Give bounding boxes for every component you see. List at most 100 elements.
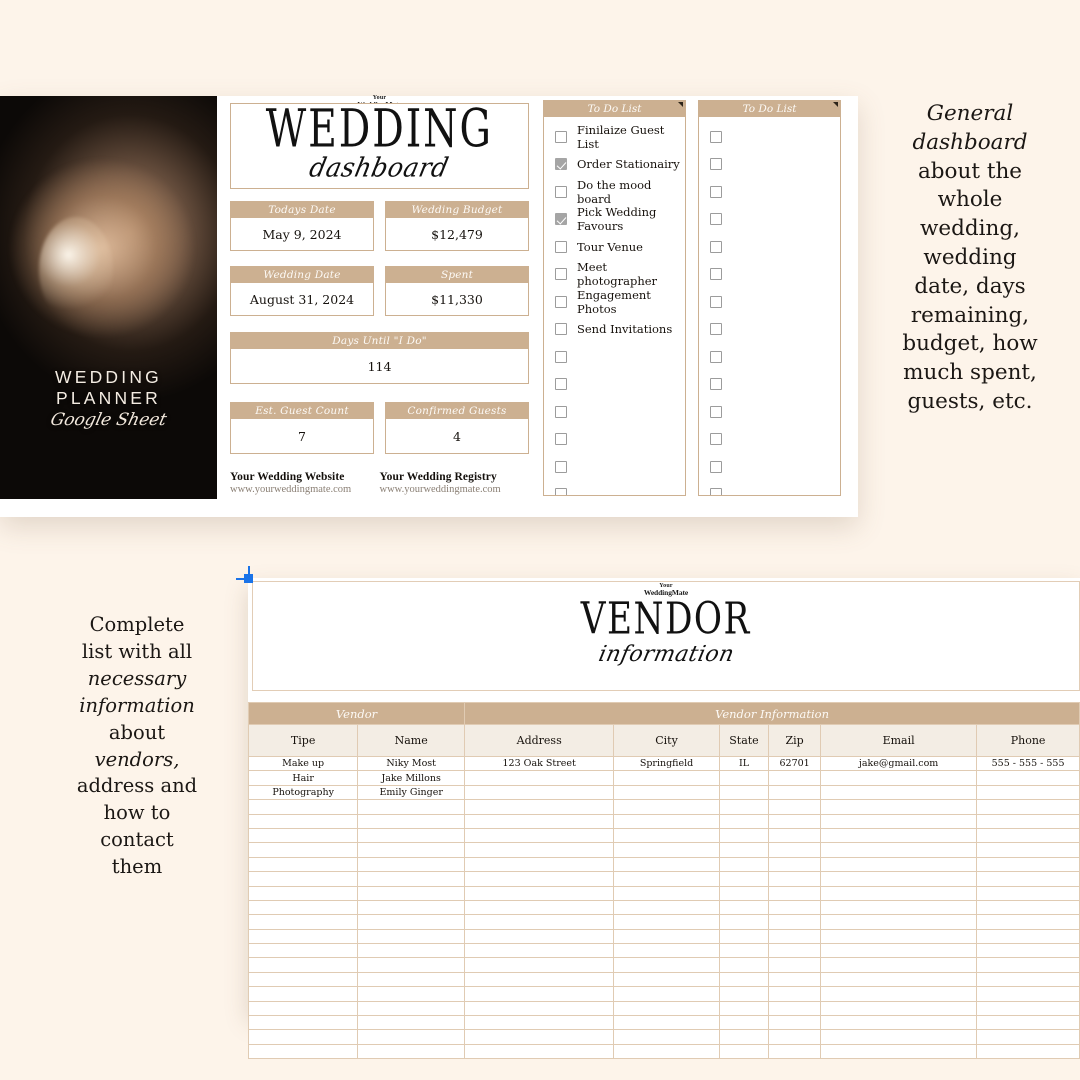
vendor-table-cell[interactable] — [976, 842, 1080, 858]
vendor-table-cell[interactable] — [820, 1015, 978, 1031]
vendor-table-cell[interactable] — [357, 943, 466, 959]
vendor-table-cell[interactable] — [464, 899, 615, 916]
vendor-table-cell[interactable] — [247, 1029, 359, 1045]
checkbox-icon[interactable] — [710, 130, 722, 143]
vendor-table-cell[interactable] — [247, 885, 359, 901]
todo-item[interactable] — [544, 453, 685, 481]
field-days-until-i-do[interactable]: Days Until "I Do" 114 — [230, 332, 529, 384]
vendor-table-cell[interactable] — [357, 957, 466, 973]
todo-item[interactable] — [699, 178, 840, 206]
vendor-table-cell[interactable] — [613, 770, 720, 786]
vendor-table-row[interactable] — [247, 842, 1080, 858]
vendor-table-cell[interactable] — [718, 1043, 770, 1060]
vendor-table-cell[interactable] — [820, 986, 978, 1002]
vendor-table-cell[interactable] — [247, 842, 359, 858]
todo-item[interactable]: Engagement Photos — [544, 288, 685, 316]
todo-item[interactable] — [544, 371, 685, 399]
vendor-table-cell[interactable] — [613, 928, 720, 945]
vendor-table-cell[interactable]: 555 - 555 - 555 — [976, 755, 1080, 772]
cell-selection-handle[interactable] — [236, 566, 254, 584]
vendor-table-cell[interactable] — [718, 1000, 770, 1017]
todo-item[interactable] — [699, 288, 840, 316]
vendor-table-cell[interactable] — [247, 899, 359, 916]
vendor-table-cell[interactable] — [820, 856, 978, 873]
vendor-table-cell[interactable]: Make up — [247, 755, 359, 772]
vendor-table-cell[interactable] — [820, 1029, 978, 1045]
vendor-table-row[interactable] — [247, 1015, 1080, 1031]
vendor-table-cell[interactable] — [768, 827, 822, 844]
vendor-table-cell[interactable] — [357, 914, 466, 930]
vendor-table-cell[interactable] — [820, 1000, 978, 1017]
vendor-table-cell[interactable] — [464, 1029, 615, 1045]
vendor-table-cell[interactable] — [768, 856, 822, 873]
vendor-table-row[interactable] — [247, 943, 1080, 959]
vendor-table-row[interactable] — [247, 914, 1080, 930]
vendor-table-cell[interactable] — [247, 1015, 359, 1031]
todo-item[interactable] — [699, 343, 840, 371]
checkbox-icon[interactable] — [710, 295, 722, 308]
todo-item[interactable]: Do the mood board — [544, 178, 685, 206]
vendor-table-cell[interactable] — [464, 813, 615, 829]
todo-list-left[interactable]: To Do List Finilaize Guest List Order Sta… — [543, 100, 686, 496]
field-confirmed-guests[interactable]: Confirmed Guests 4 — [385, 402, 529, 454]
vendor-table-cell[interactable] — [464, 943, 615, 959]
checkbox-icon[interactable] — [710, 323, 722, 336]
vendor-table-cell[interactable] — [613, 914, 720, 930]
vendor-table-cell[interactable] — [820, 784, 978, 801]
todo-item[interactable]: Send Invitations — [544, 316, 685, 344]
checkbox-icon[interactable] — [555, 295, 567, 308]
vendor-table-cell[interactable] — [820, 885, 978, 901]
vendor-table-cell[interactable] — [768, 957, 822, 973]
vendor-table-cell[interactable] — [613, 827, 720, 844]
vendor-table-cell[interactable] — [357, 1043, 466, 1060]
vendor-table-cell[interactable] — [976, 986, 1080, 1002]
vendor-table-cell[interactable] — [820, 770, 978, 786]
vendor-table-cell[interactable] — [247, 799, 359, 815]
vendor-table-cell[interactable] — [718, 914, 770, 930]
vendor-table-cell[interactable] — [613, 799, 720, 815]
todo-item[interactable] — [699, 481, 840, 495]
vendor-table-row[interactable] — [247, 871, 1080, 887]
vendor-table-cell[interactable] — [613, 1043, 720, 1060]
vendor-table-cell[interactable] — [613, 871, 720, 887]
vendor-table-cell[interactable]: Hair — [247, 770, 359, 786]
todo-item[interactable] — [699, 316, 840, 344]
field-wedding-date[interactable]: Wedding Date August 31, 2024 — [230, 266, 374, 316]
link-wedding-registry[interactable]: Your Wedding Registry www.yourweddingmat… — [380, 471, 530, 495]
vendor-table-cell[interactable]: Jake Millons — [357, 770, 466, 786]
vendor-table-cell[interactable] — [357, 899, 466, 916]
vendor-table-cell[interactable] — [976, 971, 1080, 988]
vendor-table-cell[interactable] — [768, 1015, 822, 1031]
vendor-table-cell[interactable]: Springfield — [613, 755, 720, 772]
vendor-table-cell[interactable] — [718, 799, 770, 815]
vendor-table-cell[interactable] — [768, 971, 822, 988]
vendor-table-cell[interactable] — [768, 885, 822, 901]
vendor-table-cell[interactable] — [613, 842, 720, 858]
vendor-table-cell[interactable] — [820, 827, 978, 844]
todo-item[interactable] — [699, 426, 840, 454]
vendor-table-cell[interactable] — [247, 813, 359, 829]
vendor-table-cell[interactable] — [768, 770, 822, 786]
checkbox-icon[interactable] — [555, 433, 567, 446]
vendor-table-row[interactable] — [247, 899, 1080, 916]
checkbox-icon[interactable] — [710, 433, 722, 446]
vendor-table-cell[interactable] — [718, 957, 770, 973]
vendor-table-cell[interactable] — [357, 986, 466, 1002]
vendor-table-cell[interactable] — [976, 784, 1080, 801]
vendor-table-cell[interactable] — [357, 856, 466, 873]
checkbox-icon[interactable] — [555, 240, 567, 253]
vendor-table-row[interactable]: Make up Niky Most 123 Oak Street Springfiel… — [247, 755, 1080, 772]
vendor-table-cell[interactable] — [718, 1015, 770, 1031]
vendor-table-cell[interactable] — [464, 784, 615, 801]
vendor-table-cell[interactable] — [357, 871, 466, 887]
vendor-table-cell[interactable] — [613, 784, 720, 801]
todo-item[interactable] — [699, 371, 840, 399]
vendor-table-cell[interactable] — [768, 784, 822, 801]
vendor-table-cell[interactable] — [357, 885, 466, 901]
checkbox-icon[interactable] — [710, 378, 722, 391]
todo-list-right[interactable]: To Do List — [698, 100, 841, 496]
vendor-table-row[interactable]: Hair Jake Millons — [247, 770, 1080, 786]
checkbox-icon[interactable] — [710, 213, 722, 226]
vendor-table-cell[interactable] — [464, 827, 615, 844]
vendor-table-cell[interactable]: 62701 — [768, 755, 822, 772]
